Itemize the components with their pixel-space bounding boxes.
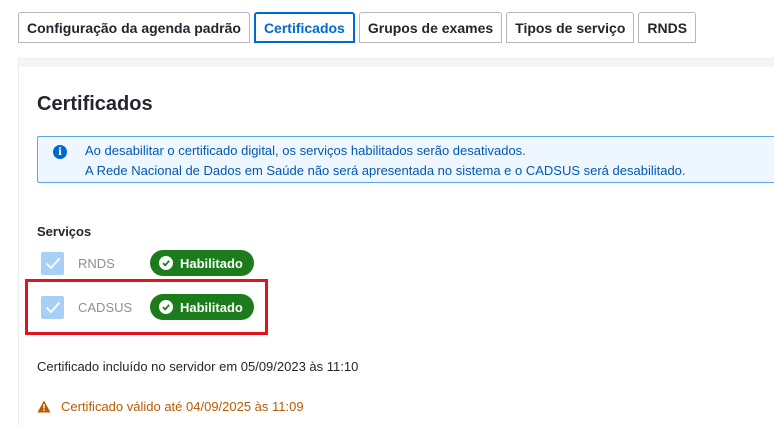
info-icon: i (53, 145, 67, 159)
tab-bar: Configuração da agenda padrão Certificad… (18, 12, 697, 43)
tab-grupos-exames[interactable]: Grupos de exames (358, 12, 503, 43)
rnds-status-badge: Habilitado (150, 250, 254, 276)
certificate-valid-until: Certificado válido até 04/09/2025 às 11:… (61, 399, 304, 414)
certificate-validity-warning: Certificado válido até 04/09/2025 às 11:… (37, 399, 304, 414)
rnds-status-text: Habilitado (180, 255, 243, 271)
tab-tipos-servico[interactable]: Tipos de serviço (506, 12, 635, 43)
services-label: Serviços (37, 224, 92, 239)
page-title: Certificados (37, 93, 153, 115)
alert-line-2: A Rede Nacional de Dados em Saúde não se… (85, 163, 686, 178)
info-alert: i Ao desabilitar o certificado digital, … (37, 136, 774, 183)
panel-top-strip (19, 59, 774, 67)
rnds-checkbox[interactable] (41, 251, 64, 275)
alert-line-1: Ao desabilitar o certificado digital, os… (85, 143, 526, 158)
service-row-rnds: RNDS Habilitado (41, 250, 254, 276)
checkmark-icon (45, 257, 60, 269)
certificates-panel: Certificados i Ao desabilitar o certific… (18, 58, 774, 426)
check-circle-icon (159, 256, 173, 270)
tab-rnds[interactable]: RNDS (638, 12, 697, 43)
tab-configuracao-agenda[interactable]: Configuração da agenda padrão (18, 12, 250, 43)
rnds-label: RNDS (78, 255, 115, 271)
highlight-box (25, 279, 268, 335)
warning-icon (37, 400, 51, 413)
tab-certificados[interactable]: Certificados (253, 12, 355, 43)
certificate-included-text: Certificado incluído no servidor em 05/0… (37, 359, 359, 374)
